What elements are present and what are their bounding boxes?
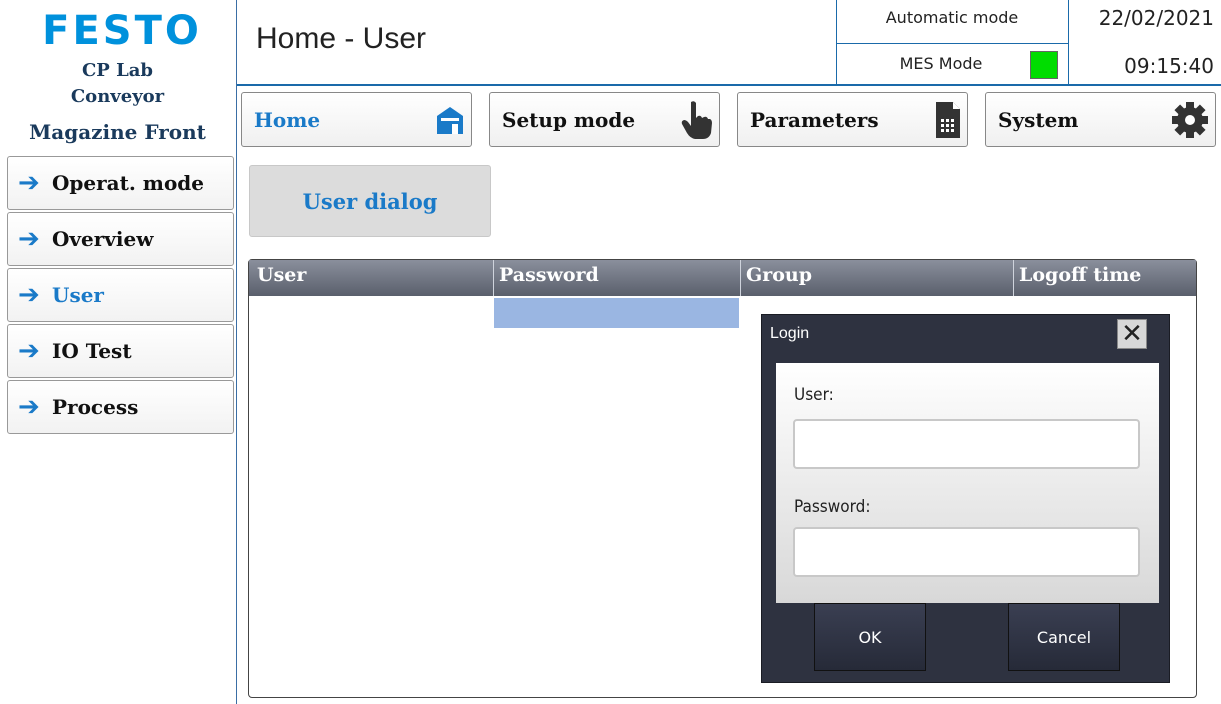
header-divider xyxy=(836,43,1068,44)
arrow-right-icon: ➔ xyxy=(18,224,40,254)
nav-system-button[interactable]: System xyxy=(985,92,1216,147)
nav-parameters-label: Parameters xyxy=(750,107,879,132)
hand-pointer-icon xyxy=(681,100,712,139)
column-header-user[interactable]: User xyxy=(257,264,306,286)
document-icon xyxy=(936,101,960,138)
column-divider xyxy=(740,260,741,296)
nav-home-button[interactable]: Home xyxy=(241,92,472,147)
festo-logo-text: FESTO xyxy=(42,8,202,54)
arrow-right-icon: ➔ xyxy=(18,392,40,422)
password-input[interactable] xyxy=(793,527,1140,577)
login-dialog: Login ✕ User: Password: OK Cancel xyxy=(761,314,1170,683)
brand-line-3: Magazine Front xyxy=(29,120,206,144)
vertical-divider xyxy=(236,0,237,704)
arrow-right-icon: ➔ xyxy=(18,168,40,198)
user-input[interactable] xyxy=(793,419,1140,469)
sidebar-item-label: Overview xyxy=(52,227,154,251)
sidebar-item-label: Process xyxy=(52,395,139,419)
password-label: Password: xyxy=(794,497,871,517)
brand-line-1: CP Lab xyxy=(81,60,154,81)
column-header-password[interactable]: Password xyxy=(499,264,599,286)
mes-mode-label: MES Mode xyxy=(899,54,983,73)
nav-setup-mode-button[interactable]: Setup mode xyxy=(489,92,720,147)
sidebar-item-user[interactable]: ➔ User xyxy=(7,268,234,322)
cancel-button[interactable]: Cancel xyxy=(1008,603,1120,671)
page-title: Home - User xyxy=(256,22,427,55)
nav-system-label: System xyxy=(998,107,1079,132)
nav-parameters-button[interactable]: Parameters xyxy=(737,92,968,147)
user-label: User: xyxy=(794,385,834,405)
sidebar-item-io-test[interactable]: ➔ IO Test xyxy=(7,324,234,378)
operation-mode-status: Automatic mode xyxy=(885,8,1019,27)
column-header-logoff-time[interactable]: Logoff time xyxy=(1019,264,1141,286)
arrow-right-icon: ➔ xyxy=(18,336,40,366)
column-divider xyxy=(493,260,494,296)
nav-home-label: Home xyxy=(254,107,321,132)
selected-cell[interactable] xyxy=(494,298,739,328)
sidebar-item-overview[interactable]: ➔ Overview xyxy=(7,212,234,266)
house-icon xyxy=(437,106,463,134)
brand-line-2: Conveyor xyxy=(70,86,165,107)
sidebar-item-operat-mode[interactable]: ➔ Operat. mode xyxy=(7,156,234,210)
arrow-right-icon: ➔ xyxy=(18,280,40,310)
table-header: User Password Group Logoff time xyxy=(249,260,1196,296)
ok-button[interactable]: OK xyxy=(814,603,926,671)
sidebar-item-label: IO Test xyxy=(52,339,132,363)
festo-logo: FESTO xyxy=(42,8,202,54)
sidebar-item-label: User xyxy=(52,283,104,307)
login-form: User: Password: xyxy=(776,363,1159,603)
close-icon[interactable]: ✕ xyxy=(1117,319,1147,349)
nav-setup-mode-label: Setup mode xyxy=(502,107,636,132)
column-divider xyxy=(1013,260,1014,296)
sidebar-item-label: Operat. mode xyxy=(52,171,205,195)
login-dialog-title: Login xyxy=(770,325,810,342)
user-dialog-button[interactable]: User dialog xyxy=(249,165,491,237)
header-divider xyxy=(1068,0,1069,84)
gear-icon xyxy=(1172,101,1208,138)
sidebar-item-process[interactable]: ➔ Process xyxy=(7,380,234,434)
column-header-group[interactable]: Group xyxy=(746,264,812,286)
header-divider xyxy=(237,84,1221,86)
date-display: 22/02/2021 xyxy=(1098,6,1214,30)
time-display: 09:15:40 xyxy=(1124,54,1214,78)
mes-status-indicator xyxy=(1030,51,1058,79)
